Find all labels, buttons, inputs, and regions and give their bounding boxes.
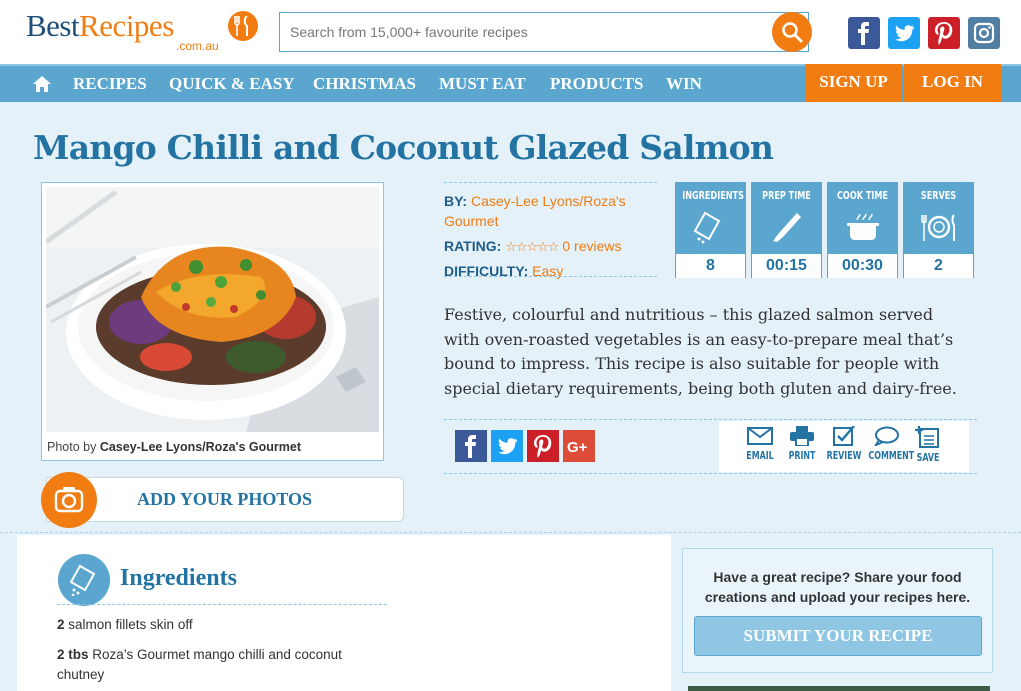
search-input[interactable] <box>280 13 770 51</box>
recipe-title: Mango Chilli and Coconut Glazed Salmon <box>33 128 774 167</box>
stat-serves: SERVES 2 <box>903 182 974 278</box>
rating-row: RATING: ☆☆☆☆☆ 0 reviews <box>444 238 622 255</box>
ingredient-item: 2 tbs Roza’s Gourmet mango chilli and co… <box>57 645 387 685</box>
difficulty-value: Easy <box>532 263 564 279</box>
salt-shaker-icon <box>693 211 721 244</box>
nav-item-christmas[interactable]: CHRISTMAS <box>313 74 416 94</box>
ingredient-qty: 2 <box>57 617 65 632</box>
svg-text:G+: G+ <box>567 439 588 456</box>
twitter-icon[interactable] <box>491 430 523 462</box>
print-action[interactable]: PRINT <box>780 426 824 462</box>
nav-item-recipes[interactable]: RECIPES <box>73 74 147 94</box>
reviews-link[interactable]: 0 reviews <box>562 238 621 254</box>
author-label: BY: <box>444 193 468 209</box>
top-header: BestRecipes .com.au <box>0 0 1021 64</box>
home-icon[interactable] <box>32 75 52 98</box>
instagram-icon[interactable] <box>968 17 1000 49</box>
camera-icon[interactable] <box>41 472 97 528</box>
stat-cook-time: COOK TIME 00:30 <box>827 182 898 278</box>
recipe-photo[interactable] <box>46 187 379 432</box>
printer-icon <box>790 426 814 446</box>
ingredient-text: Roza’s Gourmet mango chilli and coconut … <box>57 647 342 682</box>
save-action[interactable]: SAVE <box>906 426 950 464</box>
recipe-description: Festive, colourful and nutritious – this… <box>444 305 957 398</box>
author-row: BY: Casey-Lee Lyons/Roza's <box>444 193 626 209</box>
photo-credit: Photo by Casey-Lee Lyons/Roza's Gourmet <box>47 440 302 454</box>
twitter-icon[interactable] <box>888 17 920 49</box>
author-link-cont[interactable]: Gourmet <box>444 213 498 229</box>
recipe-photo-frame: Photo by Casey-Lee Lyons/Roza's Gourmet <box>41 182 384 461</box>
nav-item-must-eat[interactable]: MUST EAT <box>439 74 526 94</box>
facebook-icon[interactable] <box>848 17 880 49</box>
search-icon <box>782 22 803 43</box>
ingredient-qty: 2 tbs <box>57 647 89 662</box>
knife-icon <box>773 213 801 242</box>
pinterest-icon[interactable] <box>527 430 559 462</box>
log-in-button[interactable]: LOG IN <box>904 64 1001 102</box>
nav-item-win[interactable]: WIN <box>666 74 702 94</box>
share-recipe-box: Have a great recipe? Share your food cre… <box>682 548 993 673</box>
salt-shaker-icon <box>58 554 110 606</box>
ingredient-item: 2 salmon fillets skin off <box>57 615 387 635</box>
rating-label: RATING: <box>444 238 502 254</box>
plate-icon <box>921 214 955 241</box>
email-action[interactable]: EMAIL <box>738 426 782 462</box>
facebook-icon[interactable] <box>455 430 487 462</box>
ingredients-title: Ingredients <box>120 565 237 591</box>
section-divider <box>0 532 1021 533</box>
google-plus-icon[interactable]: G+ <box>563 430 595 462</box>
nav-item-quick-easy[interactable]: QUICK & EASY <box>169 74 295 94</box>
submit-recipe-button[interactable]: SUBMIT YOUR RECIPE <box>694 616 982 656</box>
author-row-cont: Gourmet <box>444 213 498 229</box>
logo-wordmark: BestRecipes <box>26 8 174 43</box>
photo-credit-author[interactable]: Casey-Lee Lyons/Roza's Gourmet <box>100 440 301 454</box>
fork-knife-icon <box>228 11 258 41</box>
difficulty-label: DIFFICULTY: <box>444 263 529 279</box>
ingredient-text: salmon fillets skin off <box>68 617 193 632</box>
logo-domain: .com.au <box>176 39 219 53</box>
stat-prep-time: PREP TIME 00:15 <box>751 182 822 278</box>
comment-action[interactable]: COMMENT <box>864 426 914 462</box>
main-nav: RECIPES QUICK & EASY CHRISTMAS MUST EAT … <box>0 64 1021 102</box>
speech-bubble-icon <box>874 426 899 446</box>
search-bar <box>279 12 812 52</box>
difficulty-row: DIFFICULTY: Easy <box>444 263 563 279</box>
rating-stars[interactable]: ☆☆☆☆☆ <box>505 239 559 254</box>
sign-up-button[interactable]: SIGN UP <box>805 64 902 102</box>
pinterest-icon[interactable] <box>928 17 960 49</box>
checkbox-icon <box>833 426 855 446</box>
sidebar-image <box>688 686 990 691</box>
nav-item-products[interactable]: PRODUCTS <box>550 74 644 94</box>
search-button[interactable] <box>772 12 812 52</box>
recipe-meta: BY: Casey-Lee Lyons/Roza's Gourmet RATIN… <box>444 182 657 279</box>
pot-icon <box>847 213 879 240</box>
add-list-icon <box>915 426 939 448</box>
author-link[interactable]: Casey-Lee Lyons/Roza's <box>471 193 626 209</box>
share-recipe-text: Have a great recipe? Share your food cre… <box>704 569 971 605</box>
ingredients-rule <box>57 604 387 605</box>
envelope-icon <box>747 427 773 445</box>
add-photos-label[interactable]: ADD YOUR PHOTOS <box>137 489 312 510</box>
stat-ingredients: INGREDIENTS 8 <box>675 182 746 278</box>
review-action[interactable]: REVIEW <box>822 426 866 462</box>
